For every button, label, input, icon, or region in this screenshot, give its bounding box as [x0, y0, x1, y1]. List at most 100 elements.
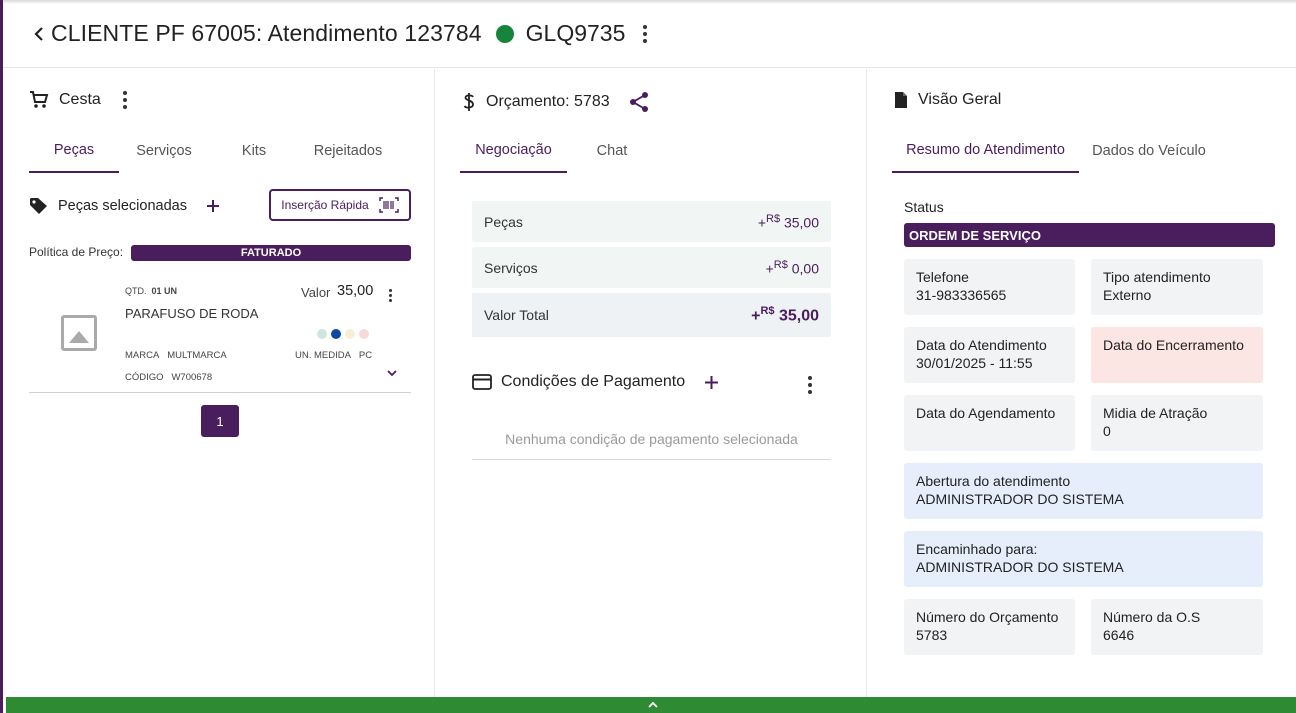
card-label: Abertura do atendimento [916, 473, 1071, 489]
card-value: ADMINISTRADOR DO SISTEMA [916, 559, 1124, 575]
orcamento-title-text: Orçamento: 5783 [486, 93, 610, 110]
item-codigo-value: W700678 [171, 372, 213, 383]
tab-pecas[interactable]: Peças [29, 129, 119, 173]
card-numero-os: Número da O.S 6646 [1091, 599, 1263, 655]
tab-kits[interactable]: Kits [209, 129, 299, 173]
item-valor: 35,00 [337, 283, 374, 299]
row-pecas-label: Peças [484, 213, 523, 230]
cesta-menu-button[interactable] [122, 91, 127, 109]
kebab-dot [122, 98, 127, 102]
kebab-dot [122, 105, 127, 109]
orcamento-title: Orçamento: 5783 [462, 91, 660, 113]
kebab-icon [643, 24, 648, 29]
share-icon[interactable] [628, 91, 650, 113]
card-value: 30/01/2025 - 11:55 [916, 355, 1033, 371]
cesta-panel: Cesta Peças Serviços Kits Rejeitados Peç… [6, 69, 435, 697]
kebab-icon [808, 376, 812, 380]
card-value: 0 [1103, 423, 1111, 439]
chevron-down-icon[interactable] [386, 369, 398, 377]
swatch[interactable] [359, 329, 369, 339]
pagination-page-1[interactable]: 1 [201, 405, 239, 437]
card-encaminhado-para: Encaminhado para: ADMINISTRADOR DO SISTE… [904, 531, 1263, 587]
item-unmed-label: UN. MEDIDA [295, 350, 351, 361]
row-pecas: Peças +R$ 35,00 [472, 201, 831, 242]
card-value: 31-983336565 [916, 287, 1007, 303]
card-label: Data do Agendamento [916, 405, 1056, 421]
list-item: QTD. 01 UN PARAFUSO DE RODA Valor 35,00 … [29, 277, 411, 393]
swatch[interactable] [317, 329, 327, 339]
card-numero-orcamento: Número do Orçamento 5783 [904, 599, 1075, 655]
payment-conditions-empty: Nenhuma condição de pagamento selecionad… [472, 425, 831, 460]
row-total: Valor Total +R$ 35,00 [472, 293, 831, 337]
card-value: ADMINISTRADOR DO SISTEMA [916, 491, 1124, 507]
selected-parts-header: Peças selecionadas [29, 197, 221, 215]
kebab-dot [643, 31, 648, 36]
header-menu-button[interactable] [639, 22, 651, 46]
tab-chat[interactable]: Chat [567, 129, 657, 173]
chevron-up-icon [647, 701, 658, 708]
quick-insert-button[interactable]: Inserção Rápida [269, 189, 411, 221]
card-data-agendamento: Data do Agendamento [904, 395, 1075, 451]
row-servicos-label: Serviços [484, 259, 538, 276]
item-menu-button[interactable] [389, 289, 392, 302]
card-value: Externo [1103, 287, 1152, 303]
back-button[interactable] [31, 24, 47, 44]
tab-rejeitados[interactable]: Rejeitados [299, 129, 397, 173]
card-label: Tipo atendimento [1103, 269, 1211, 285]
orcamento-tabs: Negociação Chat [460, 129, 657, 173]
visao-geral-title: Visão Geral [894, 91, 1001, 109]
row-servicos: Serviços +R$ 0,00 [472, 247, 831, 288]
card-tipo-atendimento: Tipo atendimento Externo [1091, 259, 1263, 315]
card-label: Data do Encerramento [1103, 337, 1244, 353]
bottom-drawer-toggle[interactable] [6, 697, 1296, 713]
value: 0,00 [791, 260, 819, 277]
kebab-dot [389, 299, 392, 302]
item-codigo-label: CÓDIGO [125, 372, 164, 383]
tag-icon [30, 198, 47, 214]
visao-geral-panel: Visão Geral Resumo do Atendimento Dados … [868, 69, 1296, 697]
item-qtd-label: QTD. [125, 286, 147, 296]
payment-conditions-header: Condições de Pagamento [472, 373, 720, 391]
value: 35,00 [778, 307, 819, 325]
currency: R$ [766, 212, 781, 225]
tab-dados-veiculo[interactable]: Dados do Veículo [1079, 129, 1219, 173]
cart-icon [30, 91, 49, 108]
item-swatches [317, 329, 369, 339]
currency: R$ [760, 304, 775, 317]
row-pecas-value: +R$ 35,00 [758, 213, 819, 231]
kebab-dot [808, 383, 812, 387]
card-label: Telefone [916, 269, 969, 285]
tab-negociacao[interactable]: Negociação [460, 129, 567, 173]
value: 35,00 [783, 214, 819, 231]
add-part-button[interactable] [205, 198, 221, 214]
dollar-icon [463, 93, 474, 111]
status-badge: ORDEM DE SERVIÇO [904, 223, 1275, 247]
vehicle-plate: GLQ9735 [525, 20, 626, 46]
item-codigo: CÓDIGO W700678 [125, 372, 212, 383]
kebab-dot [643, 38, 648, 43]
swatch[interactable] [345, 329, 355, 339]
swatch[interactable] [331, 329, 341, 339]
plus-sign: + [757, 214, 766, 231]
card-label: Midia de Atração [1103, 405, 1208, 421]
tab-servicos[interactable]: Serviços [119, 129, 209, 173]
kebab-dot [808, 390, 812, 394]
price-policy-label: Política de Preço: [29, 245, 124, 259]
tab-resumo[interactable]: Resumo do Atendimento [892, 129, 1079, 173]
card-data-encerramento: Data do Encerramento [1091, 327, 1263, 383]
selected-parts-label: Peças selecionadas [58, 198, 187, 214]
card-label: Número do Orçamento [916, 609, 1059, 625]
item-marca: MARCA MULTMARCA [125, 350, 227, 361]
price-policy-badge[interactable]: FATURADO [131, 245, 411, 261]
image-placeholder-icon [61, 315, 97, 351]
add-payment-condition-button[interactable] [703, 374, 720, 391]
card-label: Número da O.S [1103, 609, 1201, 625]
chevron-left-icon [34, 26, 43, 41]
payment-conditions-menu-button[interactable] [808, 376, 812, 394]
status-label: Status [904, 199, 944, 215]
card-midia-atracao: Midia de Atração 0 [1091, 395, 1263, 451]
kebab-dot [389, 294, 392, 297]
row-total-label: Valor Total [484, 307, 549, 323]
row-total-value: +R$ 35,00 [751, 305, 819, 325]
item-unmed: UN. MEDIDA PC [295, 350, 372, 361]
